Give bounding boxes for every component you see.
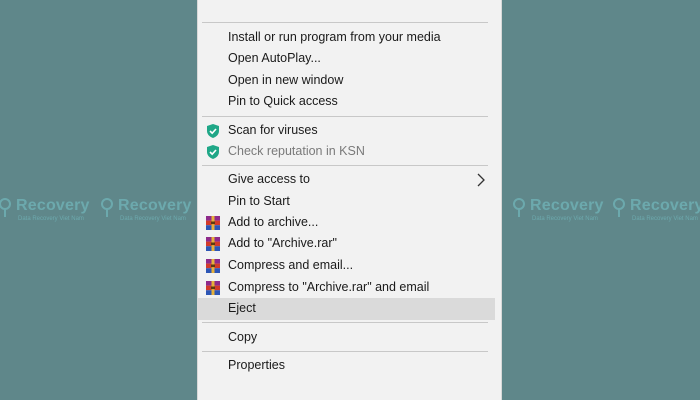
- menu-item-label: Scan for viruses: [228, 123, 318, 137]
- menu-item-pin-start[interactable]: Pin to Start: [198, 191, 495, 213]
- watermark-brand: Recovery: [16, 197, 90, 214]
- watermark-brand: Recovery: [630, 197, 700, 214]
- menu-separator: [202, 116, 488, 117]
- menu-item-give-access[interactable]: Give access to: [198, 169, 495, 191]
- winrar-icon: [206, 281, 220, 295]
- menu-separator: [202, 351, 488, 352]
- menu-item-copy[interactable]: Copy: [198, 327, 495, 349]
- menu-item-eject[interactable]: Eject: [198, 298, 495, 320]
- menu-item-label: Check reputation in KSN: [228, 144, 365, 158]
- menu-item-add-archive-rar[interactable]: Add to "Archive.rar": [198, 233, 495, 255]
- watermark-tagline: Data Recovery Viet Nam: [632, 216, 698, 222]
- menu-item-compress-rar-email[interactable]: Compress to "Archive.rar" and email: [198, 277, 495, 299]
- menu-item-pin-quick-access[interactable]: Pin to Quick access: [198, 91, 495, 113]
- menu-item-scan-viruses[interactable]: Scan for viruses: [198, 120, 495, 142]
- watermark-tagline: Data Recovery Viet Nam: [18, 216, 84, 222]
- winrar-icon: [206, 216, 220, 230]
- menu-item-add-archive[interactable]: Add to archive...: [198, 212, 495, 234]
- menu-item-label: Eject: [228, 301, 256, 315]
- watermark-brand: Recovery: [530, 197, 604, 214]
- menu-item-properties[interactable]: Properties: [198, 355, 495, 377]
- menu-separator: [202, 322, 488, 323]
- menu-separator: [202, 22, 488, 23]
- watermark-tagline: Data Recovery Viet Nam: [120, 216, 186, 222]
- menu-item-label: Install or run program from your media: [228, 30, 441, 44]
- menu-item-label: Add to "Archive.rar": [228, 236, 337, 250]
- key-logo-icon: [513, 198, 525, 217]
- menu-item-label: Open AutoPlay...: [228, 51, 321, 65]
- kaspersky-shield-icon: [207, 145, 219, 159]
- menu-item-label: Pin to Start: [228, 194, 290, 208]
- key-logo-icon: [613, 198, 625, 217]
- key-logo-icon: [101, 198, 113, 217]
- menu-item-label: Give access to: [228, 172, 310, 186]
- menu-item-compress-email[interactable]: Compress and email...: [198, 255, 495, 277]
- winrar-icon: [206, 259, 220, 273]
- menu-item-label: Compress and email...: [228, 258, 354, 272]
- watermark-tagline: Data Recovery Viet Nam: [532, 216, 598, 222]
- menu-item-install-run[interactable]: Install or run program from your media: [198, 27, 495, 49]
- menu-item-label: Add to archive...: [228, 215, 319, 229]
- menu-item-label: Copy: [228, 330, 258, 344]
- chevron-right-icon: [477, 173, 485, 187]
- menu-item-open-autoplay[interactable]: Open AutoPlay...: [198, 48, 495, 70]
- menu-item-label: Pin to Quick access: [228, 94, 338, 108]
- menu-item-open-new-window[interactable]: Open in new window: [198, 70, 495, 92]
- menu-item-check-reputation[interactable]: Check reputation in KSN: [198, 141, 495, 163]
- menu-separator: [202, 165, 488, 166]
- winrar-icon: [206, 237, 220, 251]
- watermark-brand: Recovery: [118, 197, 192, 214]
- key-logo-icon: [0, 198, 11, 217]
- menu-item-label: Compress to "Archive.rar" and email: [228, 280, 430, 294]
- menu-item-label: Open in new window: [228, 73, 344, 87]
- menu-item-label: Properties: [228, 358, 285, 372]
- kaspersky-shield-icon: [207, 124, 219, 138]
- context-menu: Install or run program from your media O…: [197, 0, 502, 400]
